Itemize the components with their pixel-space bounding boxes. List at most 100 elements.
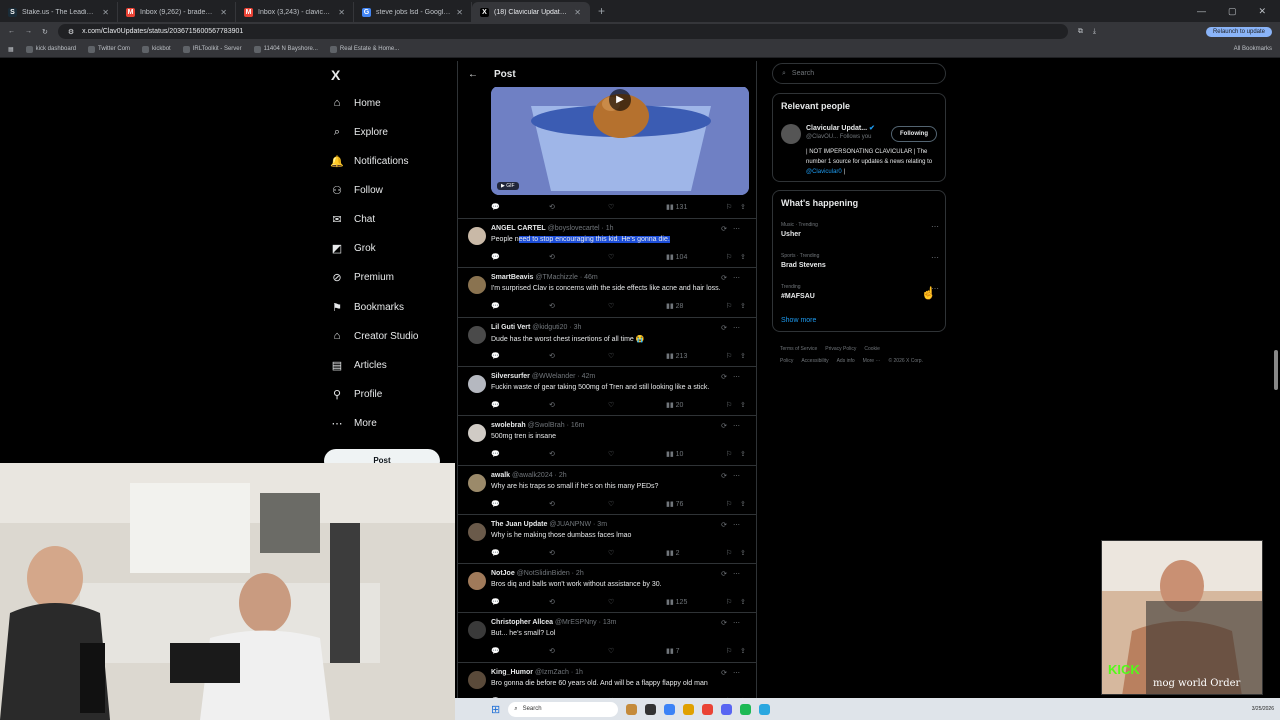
maximize-icon[interactable]: ▢ bbox=[1228, 6, 1237, 17]
views-icon[interactable]: ▮▮ 28 bbox=[666, 302, 683, 310]
share-icon[interactable]: ⇪ bbox=[740, 598, 746, 606]
views-icon[interactable]: ▮▮ 20 bbox=[666, 401, 683, 409]
nav-item-grok[interactable]: ◩ Grok bbox=[331, 242, 376, 255]
share-icon[interactable]: ⇪ bbox=[740, 549, 746, 557]
footer-link[interactable]: Privacy Policy bbox=[825, 346, 856, 352]
relaunch-button[interactable]: Relaunch to update bbox=[1205, 26, 1272, 37]
taskbar-clock[interactable]: 3/25/2026 bbox=[1252, 706, 1274, 713]
like-icon[interactable]: ♡ bbox=[608, 302, 614, 310]
apps-icon[interactable]: ▦ bbox=[8, 46, 14, 53]
repost-icon[interactable]: ⟲ bbox=[549, 401, 555, 409]
reply-menu-icon[interactable]: ⟳⋯ bbox=[721, 373, 746, 381]
gif-media[interactable]: ▶ ▶ GIF bbox=[491, 86, 749, 195]
file-explorer-icon[interactable] bbox=[626, 703, 638, 715]
avatar[interactable] bbox=[468, 621, 486, 640]
nav-item-bookmarks[interactable]: ⚑ Bookmarks bbox=[331, 301, 404, 314]
reply-icon[interactable]: 💬 bbox=[491, 203, 500, 211]
more-options-icon[interactable]: ⋯ bbox=[931, 222, 939, 231]
share-icon[interactable]: ⇪ bbox=[740, 401, 746, 409]
browser-tab[interactable]: M Inbox (3,243) - clavicularalt@g ✕ bbox=[236, 2, 354, 22]
reply-post[interactable]: Christopher Allcea @MrESPNny · 13m ⟳⋯ Bu… bbox=[458, 612, 756, 662]
like-icon[interactable]: ♡ bbox=[608, 647, 614, 655]
chrome-icon[interactable] bbox=[702, 703, 714, 715]
browser-tab[interactable]: Gsteve jobs lsd - Google Search ✕ bbox=[354, 2, 472, 22]
windows-start-icon[interactable]: ⊞ bbox=[491, 703, 500, 716]
reply-author[interactable]: King_Humor @IzmZach · 1h bbox=[491, 669, 583, 676]
nav-item-more[interactable]: ⋯ More bbox=[331, 417, 377, 430]
reply-menu-icon[interactable]: ⟳⋯ bbox=[721, 521, 746, 529]
views-icon[interactable]: ▮▮ 2 bbox=[666, 549, 680, 557]
avatar[interactable] bbox=[468, 276, 486, 295]
show-more-link[interactable]: Show more bbox=[781, 317, 816, 324]
avatar[interactable] bbox=[468, 572, 486, 591]
footer-link[interactable]: Accessibility bbox=[801, 358, 828, 364]
avatar[interactable] bbox=[468, 325, 486, 344]
browser-tab[interactable]: M Inbox (9,262) - bradenabc@gm ✕ bbox=[118, 2, 236, 22]
browser-tab[interactable]: S Stake.us - The Leading Social C ✕ bbox=[0, 2, 118, 22]
tab-close-icon[interactable]: ✕ bbox=[456, 8, 463, 17]
footer-link[interactable]: Terms of Service bbox=[780, 346, 817, 352]
bookmark-item[interactable]: Twitter Com bbox=[88, 45, 130, 53]
repost-icon[interactable]: ⟲ bbox=[549, 203, 555, 211]
reply-icon[interactable]: 💬 bbox=[491, 401, 500, 409]
reply-post[interactable]: ANGEL CARTEL @boyslovecartel · 1h ⟳⋯ Peo… bbox=[458, 218, 756, 268]
browser-tab[interactable]: X (18) Clavicular Updates on ✕ bbox=[472, 2, 590, 22]
all-bookmarks-button[interactable]: All Bookmarks bbox=[1234, 46, 1272, 52]
reply-author[interactable]: Lil Guti Vert @kidguti20 · 3h bbox=[491, 324, 581, 331]
bookmark-icon[interactable]: ⚐ bbox=[726, 302, 732, 310]
nav-item-creator-studio[interactable]: ⌂ Creator Studio bbox=[331, 330, 419, 342]
reply-menu-icon[interactable]: ⟳⋯ bbox=[721, 669, 746, 677]
extensions-icon[interactable]: ⧉ bbox=[1078, 28, 1083, 36]
share-icon[interactable]: ⇪ bbox=[740, 203, 746, 211]
reload-icon[interactable]: ↻ bbox=[42, 28, 48, 36]
reply-icon[interactable]: 💬 bbox=[491, 549, 500, 557]
telegram-icon[interactable] bbox=[759, 703, 771, 715]
avatar[interactable] bbox=[468, 670, 486, 689]
share-icon[interactable]: ⇪ bbox=[740, 253, 746, 261]
nav-item-follow[interactable]: ⚇ Follow bbox=[331, 184, 383, 197]
bookmark-item[interactable]: 11404 N Bayshore... bbox=[253, 45, 318, 53]
reply-post[interactable]: SmartBeavis @TMachizzle · 46m ⟳⋯ I'm sur… bbox=[458, 267, 756, 317]
reply-icon[interactable]: 💬 bbox=[491, 500, 500, 508]
share-icon[interactable]: ⇪ bbox=[740, 302, 746, 310]
bookmark-icon[interactable]: ⚐ bbox=[726, 401, 732, 409]
footer-link[interactable]: © 2026 X Corp. bbox=[888, 358, 923, 364]
share-icon[interactable]: ⇪ bbox=[740, 500, 746, 508]
views-icon[interactable]: ▮▮ 10 bbox=[666, 450, 683, 458]
reply-menu-icon[interactable]: ⟳⋯ bbox=[721, 324, 746, 332]
reply-author[interactable]: swolebrah @SwolBrah · 16m bbox=[491, 422, 584, 429]
reply-author[interactable]: NotJoe @NotSlidinBiden · 2h bbox=[491, 570, 584, 577]
reply-menu-icon[interactable]: ⟳⋯ bbox=[721, 619, 746, 627]
views-icon[interactable]: ▮▮ 125 bbox=[666, 598, 687, 606]
avatar[interactable] bbox=[468, 227, 486, 245]
bookmark-item[interactable]: IRLToolkit - Server bbox=[182, 45, 242, 53]
repost-icon[interactable]: ⟲ bbox=[549, 500, 555, 508]
views-icon[interactable]: ▮▮ 131 bbox=[666, 203, 687, 211]
repost-icon[interactable]: ⟲ bbox=[549, 302, 555, 310]
reply-icon[interactable]: 💬 bbox=[491, 647, 500, 655]
avatar[interactable] bbox=[781, 124, 801, 144]
nav-item-chat[interactable]: ✉ Chat bbox=[331, 213, 375, 226]
reply-menu-icon[interactable]: ⟳⋯ bbox=[721, 422, 746, 430]
download-icon[interactable]: ⤓ bbox=[1093, 28, 1096, 36]
tab-close-icon[interactable]: ✕ bbox=[220, 8, 227, 17]
minimize-icon[interactable]: — bbox=[1197, 6, 1206, 17]
share-icon[interactable]: ⇪ bbox=[740, 450, 746, 458]
bookmark-item[interactable]: Real Estate & Home... bbox=[329, 45, 399, 53]
following-button[interactable]: Following bbox=[891, 126, 937, 142]
avatar[interactable] bbox=[468, 424, 486, 443]
trend-item[interactable]: Trending #MAFSAU ⋯ bbox=[781, 284, 939, 300]
like-icon[interactable]: ♡ bbox=[608, 401, 614, 409]
url-input[interactable]: ⚙ x.com/Clav0Updates/status/203671560056… bbox=[57, 24, 1068, 39]
folder-icon[interactable] bbox=[683, 703, 695, 715]
share-icon[interactable]: ⇪ bbox=[740, 352, 746, 360]
person-name[interactable]: Clavicular Updat... ✔ bbox=[806, 124, 875, 132]
tab-close-icon[interactable]: ✕ bbox=[338, 8, 345, 17]
views-icon[interactable]: ▮▮ 76 bbox=[666, 500, 683, 508]
reply-icon[interactable]: 💬 bbox=[491, 253, 500, 261]
app-icon[interactable] bbox=[645, 703, 657, 715]
reply-author[interactable]: Christopher Allcea @MrESPNny · 13m bbox=[491, 619, 617, 626]
reply-menu-icon[interactable]: ⟳⋯ bbox=[721, 274, 746, 282]
close-icon[interactable]: ✕ bbox=[1258, 6, 1266, 17]
bio-mention-link[interactable]: @Clavicular0 bbox=[806, 169, 842, 175]
